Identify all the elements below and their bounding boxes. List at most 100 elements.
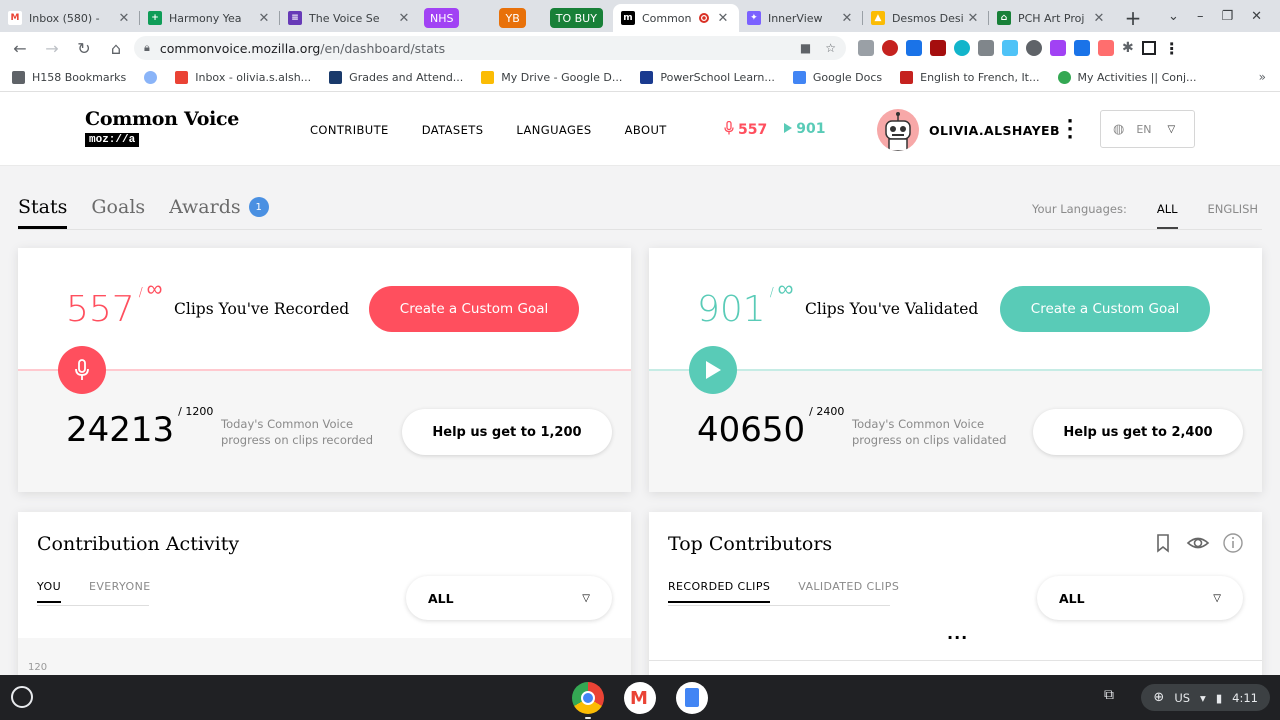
close-window-icon[interactable]: ✕ xyxy=(1251,9,1262,24)
bird-icon xyxy=(144,71,158,84)
extension-icon[interactable] xyxy=(906,40,922,56)
card-bottom: 24213/ 1200 Today's Common Voice progres… xyxy=(18,370,631,492)
back-button[interactable]: ← xyxy=(4,32,36,64)
close-icon[interactable]: ✕ xyxy=(256,11,272,26)
goal-marker: / ∞ xyxy=(769,277,794,302)
launcher-icon[interactable] xyxy=(11,686,33,708)
menu-icon[interactable]: ⋮ xyxy=(1164,39,1180,58)
extension-icon[interactable] xyxy=(882,40,898,56)
extension-icon[interactable] xyxy=(954,40,970,56)
tab-label: Awards xyxy=(169,196,241,218)
language-filter: Your Languages: ALL ENGLISH xyxy=(1032,202,1259,229)
extension-icon[interactable] xyxy=(1050,40,1066,56)
subtab-everyone[interactable]: EVERYONE xyxy=(89,580,151,603)
info-icon[interactable] xyxy=(1222,532,1244,554)
puzzle-icon[interactable]: ✱ xyxy=(1122,40,1134,56)
tab-group-to-buy[interactable]: TO BUY xyxy=(549,8,603,28)
common-voice-logo[interactable]: Common Voice moz://a xyxy=(85,108,239,147)
help-recorded-button[interactable]: Help us get to 1,200 xyxy=(402,409,612,455)
tab-search-icon[interactable]: ⌄ xyxy=(1168,9,1179,24)
more-options-icon[interactable]: · · · xyxy=(1066,113,1074,147)
browser-tab-common-voice[interactable]: m Common ✕ xyxy=(612,4,739,32)
extension-icon[interactable] xyxy=(1074,40,1090,56)
subtab-recorded-clips[interactable]: RECORDED CLIPS xyxy=(668,580,771,603)
browser-toolbar: ← → ↻ ⌂ 🔒︎ commonvoice.mozilla.org/en/da… xyxy=(0,32,1280,64)
nav-languages[interactable]: LANGUAGES xyxy=(516,123,591,137)
close-icon[interactable]: ✕ xyxy=(839,11,855,26)
nav-contribute[interactable]: CONTRIBUTE xyxy=(310,123,389,137)
close-icon[interactable]: ✕ xyxy=(116,11,132,26)
avatar[interactable] xyxy=(877,109,919,151)
help-validated-button[interactable]: Help us get to 2,400 xyxy=(1033,409,1243,455)
close-icon[interactable]: ✕ xyxy=(396,11,412,26)
tab-goals[interactable]: Goals xyxy=(91,196,145,226)
recorded-label: Clips You've Recorded xyxy=(174,300,350,318)
browser-tab-voice[interactable]: ≡ The Voice Se ✕ xyxy=(280,4,420,32)
close-icon[interactable]: ✕ xyxy=(715,11,731,26)
eye-icon[interactable] xyxy=(1186,532,1210,554)
new-tab-button[interactable]: + xyxy=(1119,4,1147,32)
bookmark-item[interactable]: PowerSchool Learn... xyxy=(640,71,775,84)
home-button[interactable]: ⌂ xyxy=(100,32,132,64)
lang-filter-all[interactable]: ALL xyxy=(1156,202,1178,229)
nav-datasets[interactable]: DATASETS xyxy=(422,123,484,137)
bookmark-item[interactable]: Inbox - olivia.s.alsh... xyxy=(175,71,311,84)
browser-tab-gmail[interactable]: M Inbox (580) - ✕ xyxy=(0,4,140,32)
username[interactable]: OLIVIA.ALSHAYEB xyxy=(929,123,1060,138)
browser-tab-pch[interactable]: ⌂ PCH Art Proj ✕ xyxy=(989,4,1115,32)
lock-icon[interactable]: 🔒︎ xyxy=(144,41,150,55)
bookmark-item[interactable]: My Drive - Google D... xyxy=(481,71,622,84)
extension-icon[interactable] xyxy=(978,40,994,56)
bookmark-item[interactable]: My Activities || Conj... xyxy=(1057,71,1197,84)
extension-icon[interactable] xyxy=(1002,40,1018,56)
extension-icon[interactable] xyxy=(930,40,946,56)
bookmark-icon[interactable] xyxy=(1152,532,1174,554)
play-button[interactable] xyxy=(689,346,737,394)
docs-app-icon[interactable] xyxy=(676,682,708,714)
extension-icon[interactable] xyxy=(858,40,874,56)
camera-icon[interactable]: ■ xyxy=(800,41,811,55)
reload-button[interactable]: ↻ xyxy=(68,32,100,64)
activity-filter-dropdown[interactable]: ALL ▽ xyxy=(406,576,612,620)
language-selector[interactable]: ◍ EN ▽ xyxy=(1100,110,1195,148)
gmail-app-icon[interactable]: M xyxy=(624,682,656,714)
minimize-icon[interactable]: – xyxy=(1197,9,1204,24)
bookmark-star-icon[interactable]: ☆ xyxy=(825,41,836,55)
bookmark-item[interactable]: Grades and Attend... xyxy=(329,71,463,84)
tab-stats[interactable]: Stats xyxy=(18,196,68,229)
restore-icon[interactable]: ❐ xyxy=(1221,9,1233,24)
tab-awards[interactable]: Awards 1 xyxy=(169,196,269,226)
nav-about[interactable]: ABOUT xyxy=(625,123,667,137)
lang-filter-english[interactable]: ENGLISH xyxy=(1208,202,1259,216)
more-ellipsis[interactable]: ... xyxy=(947,624,968,643)
close-icon[interactable]: ✕ xyxy=(1091,11,1107,26)
browser-tab-desmos[interactable]: ▲ Desmos Desi ✕ xyxy=(863,4,989,32)
subtab-you[interactable]: YOU xyxy=(37,580,62,603)
extension-icon[interactable] xyxy=(1026,40,1042,56)
create-goal-button[interactable]: Create a Custom Goal xyxy=(1000,286,1210,332)
innerview-icon: ✦ xyxy=(746,11,761,25)
contributors-filter-dropdown[interactable]: ALL ▽ xyxy=(1037,576,1243,620)
bookmark-item[interactable]: Google Docs xyxy=(792,71,882,84)
chrome-icon[interactable] xyxy=(572,682,604,719)
microphone-icon xyxy=(724,120,734,135)
status-tray[interactable]: ⊕ US ▾ ▮ 4:11 xyxy=(1141,684,1270,711)
goal-slash: / xyxy=(769,285,774,299)
bookmark-item[interactable]: English to French, It... xyxy=(900,71,1040,84)
extension-icon[interactable] xyxy=(1098,40,1114,56)
bookmarks-overflow-icon[interactable]: » xyxy=(1259,70,1266,84)
subtab-validated-clips[interactable]: VALIDATED CLIPS xyxy=(798,580,899,603)
browser-tab-innerview[interactable]: ✦ InnerView ✕ xyxy=(739,4,863,32)
address-bar[interactable]: 🔒︎ commonvoice.mozilla.org/en/dashboard/… xyxy=(134,36,846,60)
tab-group-yb[interactable]: YB xyxy=(499,8,526,28)
bookmark-item[interactable]: H158 Bookmarks xyxy=(12,71,126,84)
record-button[interactable] xyxy=(58,346,106,394)
bookmark-item[interactable] xyxy=(144,71,158,84)
close-icon[interactable]: ✕ xyxy=(965,11,981,26)
side-panel-icon[interactable] xyxy=(1141,41,1156,55)
create-goal-button[interactable]: Create a Custom Goal xyxy=(369,286,579,332)
tab-group-nhs[interactable]: NHS xyxy=(424,8,460,28)
forward-button[interactable]: → xyxy=(36,32,68,64)
screen-capture-icon[interactable]: ⧉ xyxy=(1104,687,1114,703)
browser-tab-harmony[interactable]: + Harmony Yea ✕ xyxy=(140,4,280,32)
